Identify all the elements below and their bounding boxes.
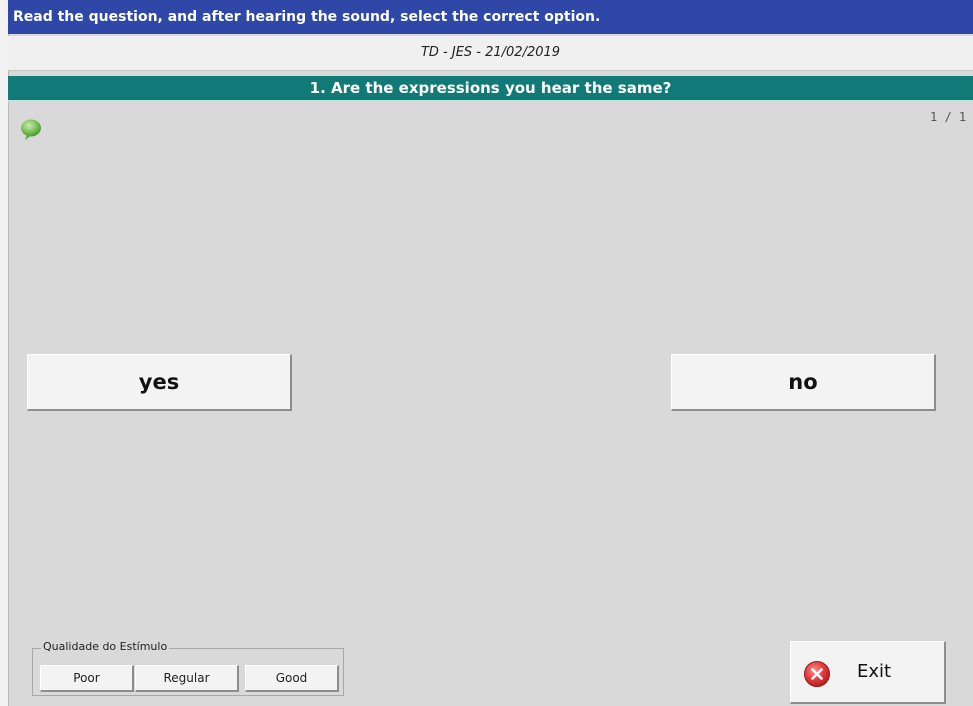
session-info: TD - JES - 21/02/2019 bbox=[8, 36, 973, 71]
stimulus-quality-legend: Qualidade do Estímulo bbox=[41, 640, 170, 653]
speech-bubble-icon[interactable] bbox=[18, 118, 44, 142]
poor-button[interactable]: Poor bbox=[40, 665, 134, 692]
good-button[interactable]: Good bbox=[245, 665, 339, 692]
left-edge-strip bbox=[0, 0, 9, 706]
yes-button[interactable]: yes bbox=[27, 354, 292, 411]
exit-button[interactable]: Exit bbox=[790, 641, 946, 704]
question-title: 1. Are the expressions you hear the same… bbox=[8, 76, 973, 102]
page-counter: 1 / 1 bbox=[930, 110, 967, 124]
regular-button[interactable]: Regular bbox=[135, 665, 239, 692]
stimulus-quality-group: Qualidade do Estímulo Poor Regular Good bbox=[32, 640, 344, 696]
no-button[interactable]: no bbox=[671, 354, 936, 411]
close-circle-icon bbox=[803, 660, 831, 688]
app-window: Read the question, and after hearing the… bbox=[0, 0, 973, 706]
instruction-bar: Read the question, and after hearing the… bbox=[8, 0, 973, 34]
exit-label: Exit bbox=[857, 661, 892, 682]
